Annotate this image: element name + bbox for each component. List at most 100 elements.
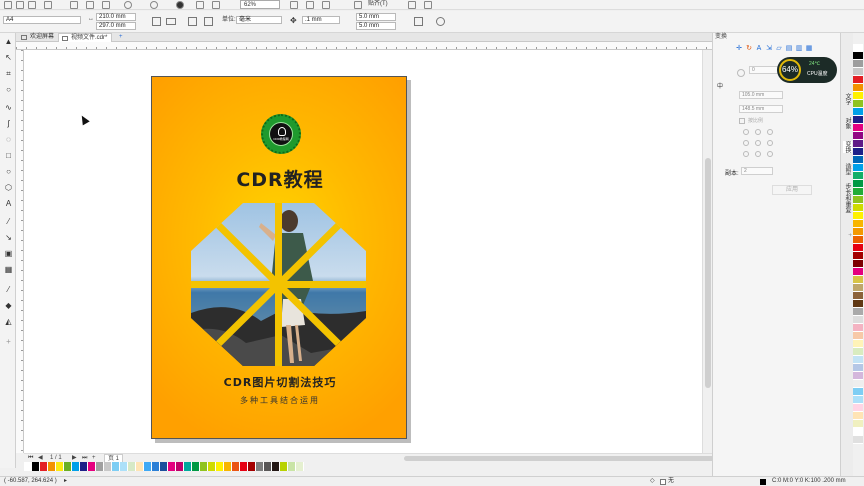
color-swatch[interactable] — [853, 188, 863, 196]
color-swatch[interactable] — [168, 462, 176, 471]
polygon-tool-icon[interactable]: ⬡ — [4, 183, 13, 192]
open-icon[interactable] — [16, 1, 24, 9]
color-swatch[interactable] — [853, 276, 863, 284]
color-swatch[interactable] — [176, 462, 184, 471]
color-swatch[interactable] — [853, 76, 863, 84]
color-swatch[interactable] — [152, 462, 160, 471]
snap-to-menu[interactable]: 贴齐(T) — [368, 0, 388, 9]
color-swatch[interactable] — [853, 316, 863, 324]
color-swatch[interactable] — [853, 108, 863, 116]
anchor-bc[interactable] — [755, 151, 761, 157]
color-swatch[interactable] — [853, 260, 863, 268]
anchor-ml[interactable] — [743, 140, 749, 146]
landscape-icon[interactable] — [166, 18, 176, 25]
add-tool-icon[interactable]: + — [4, 337, 13, 346]
color-swatch[interactable] — [296, 462, 304, 471]
docker-tab-shaping[interactable]: 造型 — [843, 163, 852, 175]
vertical-scrollbar[interactable] — [702, 50, 712, 453]
color-swatch[interactable] — [853, 140, 863, 148]
color-swatch[interactable] — [224, 462, 232, 471]
smart-fill-icon[interactable]: ◌ — [4, 135, 13, 144]
copies-field[interactable]: 2 — [741, 167, 773, 175]
vertical-ruler[interactable] — [16, 50, 24, 453]
anchor-tl[interactable] — [743, 129, 749, 135]
save-icon[interactable] — [28, 1, 36, 9]
position-icon[interactable]: ✛ — [735, 45, 743, 53]
color-swatch[interactable] — [96, 462, 104, 471]
pick-tool-icon[interactable]: ▲ — [4, 37, 13, 46]
full-screen-icon[interactable] — [290, 1, 298, 9]
document-page[interactable]: CDR教程网 CDR教程 CDR图片切割法技巧 多种工具结合运用 — [151, 76, 407, 439]
treat-as-filled-icon[interactable] — [414, 17, 423, 26]
zoom-level-select[interactable]: 62% — [240, 0, 280, 9]
color-swatch[interactable] — [853, 380, 863, 388]
vertical-scroll-thumb[interactable] — [705, 158, 711, 388]
interactive-fill-icon[interactable]: ◆ — [4, 301, 13, 310]
page-width-field[interactable]: 210.0 mm — [96, 13, 136, 21]
docker-tab-text[interactable]: 文字 — [843, 93, 852, 105]
rotate-icon[interactable]: ↻ — [745, 45, 753, 53]
color-swatch[interactable] — [120, 462, 128, 471]
parallel-dimension-icon[interactable]: ⁄ — [4, 217, 13, 226]
color-swatch[interactable] — [853, 436, 863, 444]
tab-document[interactable]: 视频文件.cdr* — [58, 33, 113, 42]
portrait-icon[interactable] — [152, 17, 161, 26]
color-swatch[interactable] — [853, 356, 863, 364]
anchor-tr[interactable] — [767, 129, 773, 135]
color-swatch[interactable] — [853, 124, 863, 132]
angle-dial-icon[interactable] — [737, 69, 745, 77]
color-swatch[interactable] — [48, 462, 56, 471]
color-swatch[interactable] — [200, 462, 208, 471]
duplicate-x-field[interactable]: 5.0 mm — [356, 13, 396, 21]
color-swatch[interactable] — [853, 420, 863, 428]
shape-tool-icon[interactable]: ↖ — [4, 53, 13, 62]
anchor-bl[interactable] — [743, 151, 749, 157]
horizontal-ruler[interactable] — [16, 42, 712, 50]
apply-button[interactable]: 应用 — [772, 185, 812, 195]
color-swatch[interactable] — [280, 462, 288, 471]
corel-connect-icon[interactable] — [176, 1, 184, 9]
poster-subtitle[interactable]: CDR图片切割法技巧 — [152, 374, 406, 390]
ellipse-tool-icon[interactable]: ○ — [4, 167, 13, 176]
color-swatch[interactable] — [853, 396, 863, 404]
color-swatch[interactable] — [232, 462, 240, 471]
align-icon[interactable]: ▤ — [785, 45, 793, 53]
text-tool-icon[interactable]: A — [4, 199, 13, 208]
scale-icon[interactable]: A — [755, 45, 763, 53]
color-swatch[interactable] — [853, 164, 863, 172]
distribute-icon[interactable]: ▥ — [795, 45, 803, 53]
smart-fill-bucket-icon[interactable]: ◭ — [4, 317, 13, 326]
eyedropper-icon[interactable]: ⁄ — [4, 285, 13, 294]
undo-icon[interactable] — [124, 1, 132, 9]
page-height-field[interactable]: 297.0 mm — [96, 22, 136, 30]
transform-height-field[interactable]: 148.5 mm — [739, 105, 783, 113]
nudge-distance-field[interactable]: .1 mm — [302, 16, 340, 24]
color-swatch[interactable] — [853, 172, 863, 180]
color-swatch[interactable] — [184, 462, 192, 471]
color-swatch[interactable] — [853, 156, 863, 164]
color-swatch[interactable] — [160, 462, 168, 471]
color-swatch[interactable] — [256, 462, 264, 471]
color-swatch[interactable] — [248, 462, 256, 471]
color-swatch[interactable] — [128, 462, 136, 471]
copy-icon[interactable] — [86, 1, 94, 9]
color-swatch[interactable] — [104, 462, 112, 471]
snap-icon[interactable] — [354, 1, 362, 9]
print-icon[interactable] — [44, 1, 52, 9]
all-pages-icon[interactable] — [188, 17, 197, 26]
color-swatch[interactable] — [64, 462, 72, 471]
launch-icon[interactable] — [424, 1, 432, 9]
drop-shadow-icon[interactable]: ▣ — [4, 249, 13, 258]
outline-swatch[interactable] — [760, 479, 766, 485]
color-swatch[interactable] — [853, 196, 863, 204]
anchor-mc[interactable] — [755, 140, 761, 146]
color-swatch[interactable] — [853, 52, 863, 60]
fill-indicator-icon[interactable]: ◇ — [650, 477, 655, 486]
color-swatch[interactable] — [853, 332, 863, 340]
color-swatch[interactable] — [853, 292, 863, 300]
color-swatch[interactable] — [853, 428, 863, 436]
color-swatch[interactable] — [853, 244, 863, 252]
page-size-select[interactable]: A4 — [3, 16, 81, 24]
docker-tab-transform[interactable]: 变换 — [843, 141, 852, 153]
color-swatch[interactable] — [853, 340, 863, 348]
